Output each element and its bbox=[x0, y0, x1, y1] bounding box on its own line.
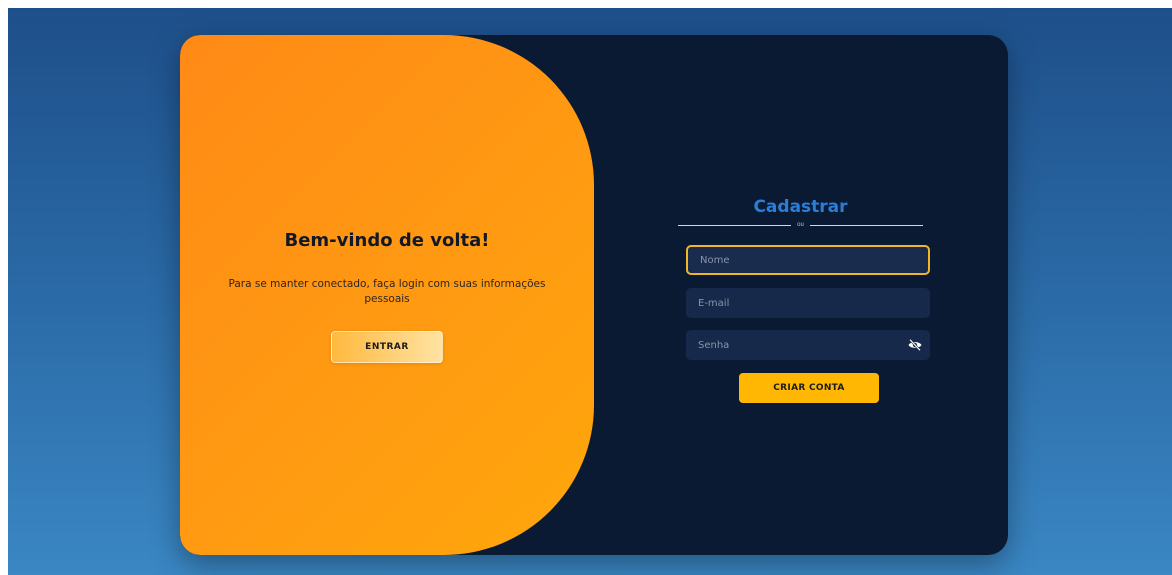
divider-line-right bbox=[810, 225, 923, 226]
page-background: Bem-vindo de volta! Para se manter conec… bbox=[8, 8, 1172, 575]
welcome-title: Bem-vindo de volta! bbox=[284, 230, 490, 251]
name-input[interactable] bbox=[688, 247, 928, 273]
create-account-button[interactable]: CRIAR CONTA bbox=[739, 373, 879, 403]
login-button[interactable]: ENTRAR bbox=[331, 331, 443, 363]
welcome-text: Para se manter conectado, faça login com… bbox=[228, 278, 546, 305]
email-input[interactable] bbox=[686, 288, 930, 318]
auth-card: Bem-vindo de volta! Para se manter conec… bbox=[180, 35, 1008, 555]
welcome-panel: Bem-vindo de volta! Para se manter conec… bbox=[180, 35, 594, 555]
divider-line-left bbox=[678, 225, 791, 226]
password-input[interactable] bbox=[686, 330, 930, 360]
name-field bbox=[686, 245, 930, 275]
password-field bbox=[686, 330, 930, 360]
eye-slash-icon[interactable] bbox=[908, 338, 922, 352]
signup-title: Cadastrar bbox=[753, 197, 848, 217]
divider: ou bbox=[678, 220, 923, 230]
email-field bbox=[686, 288, 930, 318]
divider-text: ou bbox=[797, 222, 804, 228]
